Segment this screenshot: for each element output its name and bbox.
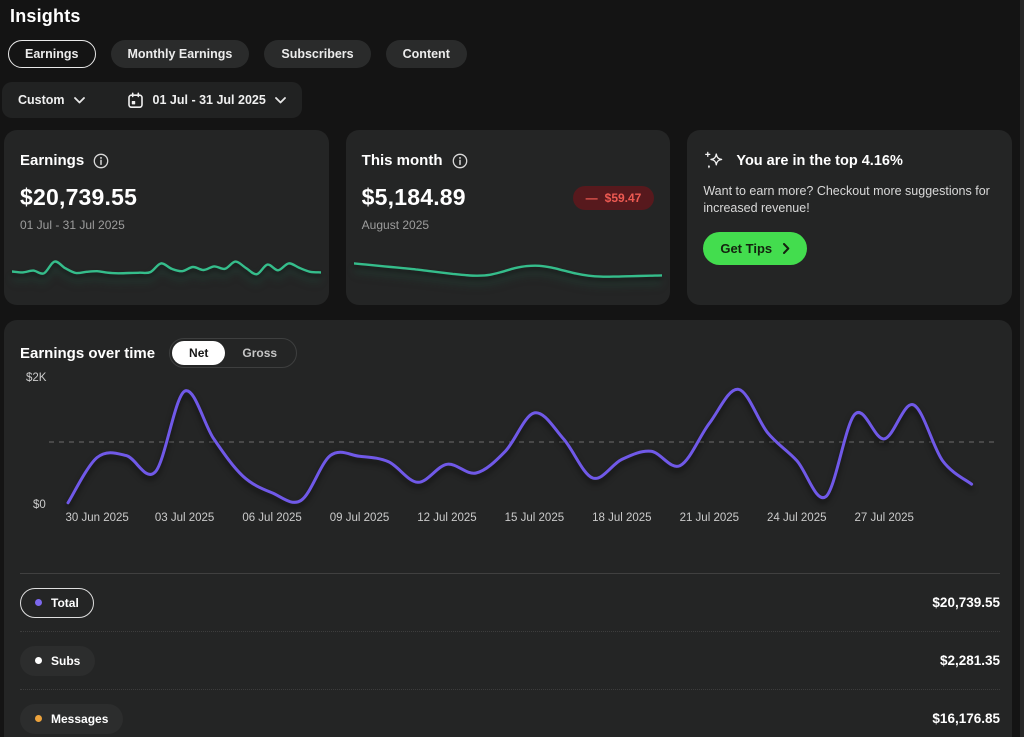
sparkle-icon bbox=[703, 150, 725, 172]
chart-title: Earnings over time bbox=[20, 345, 155, 362]
chevron-down-icon bbox=[74, 97, 85, 104]
chevron-down-icon bbox=[275, 97, 286, 104]
tab-earnings[interactable]: Earnings bbox=[8, 40, 96, 68]
scrollbar[interactable] bbox=[1020, 0, 1024, 737]
net-gross-toggle: Net Gross bbox=[169, 338, 297, 368]
x-axis-tick: 15 Jul 2025 bbox=[505, 512, 564, 524]
date-range-picker[interactable]: 01 Jul - 31 Jul 2025 bbox=[127, 92, 286, 109]
calendar-icon bbox=[127, 92, 144, 109]
x-axis-tick: 18 Jul 2025 bbox=[592, 512, 651, 524]
legend-row-subs[interactable]: Subs $2,281.35 bbox=[20, 631, 1000, 689]
info-icon[interactable] bbox=[93, 153, 109, 169]
x-axis-tick: 27 Jul 2025 bbox=[854, 512, 913, 524]
y-axis-max-label: $2K bbox=[26, 372, 46, 384]
x-axis-tick: 09 Jul 2025 bbox=[330, 512, 389, 524]
delta-badge: — $59.47 bbox=[573, 186, 655, 210]
total-value: $20,739.55 bbox=[932, 595, 1000, 610]
earnings-over-time-card: Earnings over time Net Gross $2K $0 30 J… bbox=[4, 320, 1012, 737]
top-percent-title: You are in the top 4.16% bbox=[736, 153, 903, 169]
delta-amount: $59.47 bbox=[605, 191, 642, 205]
messages-dot-icon bbox=[35, 715, 42, 722]
y-axis-min-label: $0 bbox=[33, 499, 46, 511]
this-month-period: August 2025 bbox=[362, 218, 655, 232]
earnings-period: 01 Jul - 31 Jul 2025 bbox=[20, 218, 313, 232]
date-range-label: 01 Jul - 31 Jul 2025 bbox=[153, 93, 266, 107]
chevron-right-icon bbox=[783, 243, 790, 254]
x-axis-tick: 12 Jul 2025 bbox=[417, 512, 476, 524]
legend-pill-total[interactable]: Total bbox=[20, 588, 94, 618]
earnings-sparkline bbox=[12, 247, 321, 295]
page-title: Insights bbox=[10, 6, 81, 27]
tab-content[interactable]: Content bbox=[386, 40, 467, 68]
legend-row-messages[interactable]: Messages $16,176.85 bbox=[20, 689, 1000, 737]
x-axis-labels: 30 Jun 2025 03 Jul 2025 06 Jul 2025 09 Jul … bbox=[49, 512, 994, 528]
legend-label-total: Total bbox=[51, 596, 79, 610]
range-type-label: Custom bbox=[18, 93, 65, 107]
subs-dot-icon bbox=[35, 657, 42, 664]
get-tips-label: Get Tips bbox=[720, 241, 772, 256]
x-axis-tick: 24 Jul 2025 bbox=[767, 512, 826, 524]
toggle-net[interactable]: Net bbox=[172, 341, 225, 365]
this-month-sparkline bbox=[354, 247, 663, 295]
x-axis-tick: 06 Jul 2025 bbox=[242, 512, 301, 524]
this-month-card-title: This month bbox=[362, 152, 443, 169]
earnings-value: $20,739.55 bbox=[20, 184, 313, 211]
legend-label-subs: Subs bbox=[51, 654, 80, 668]
earnings-card: Earnings $20,739.55 01 Jul - 31 Jul 2025 bbox=[4, 130, 329, 305]
subs-value: $2,281.35 bbox=[940, 653, 1000, 668]
this-month-value: $5,184.89 bbox=[362, 184, 466, 211]
series-legend: Total $20,739.55 Subs $2,281.35 Messages… bbox=[20, 573, 1000, 737]
legend-pill-messages[interactable]: Messages bbox=[20, 704, 123, 734]
x-axis-tick: 21 Jul 2025 bbox=[680, 512, 739, 524]
insights-tabs: Earnings Monthly Earnings Subscribers Co… bbox=[8, 40, 467, 68]
info-icon[interactable] bbox=[452, 153, 468, 169]
stat-cards-row: Earnings $20,739.55 01 Jul - 31 Jul 2025… bbox=[4, 130, 1012, 305]
tab-monthly-earnings[interactable]: Monthly Earnings bbox=[111, 40, 250, 68]
insights-page: Insights Earnings Monthly Earnings Subsc… bbox=[0, 0, 1024, 737]
minus-icon: — bbox=[586, 191, 598, 205]
range-type-dropdown[interactable]: Custom bbox=[18, 93, 85, 107]
earnings-card-title: Earnings bbox=[20, 152, 84, 169]
get-tips-button[interactable]: Get Tips bbox=[703, 232, 807, 265]
x-axis-tick: 30 Jun 2025 bbox=[65, 512, 128, 524]
legend-row-total[interactable]: Total $20,739.55 bbox=[20, 573, 1000, 631]
legend-pill-subs[interactable]: Subs bbox=[20, 646, 95, 676]
x-axis-tick: 03 Jul 2025 bbox=[155, 512, 214, 524]
legend-label-messages: Messages bbox=[51, 712, 108, 726]
tips-card: You are in the top 4.16% Want to earn mo… bbox=[687, 130, 1012, 305]
tips-body-text: Want to earn more? Checkout more suggest… bbox=[703, 183, 996, 217]
messages-value: $16,176.85 bbox=[932, 711, 1000, 726]
this-month-card: This month $5,184.89 — $59.47 August 202… bbox=[346, 130, 671, 305]
total-dot-icon bbox=[35, 599, 42, 606]
tab-subscribers[interactable]: Subscribers bbox=[264, 40, 370, 68]
earnings-line-chart[interactable] bbox=[49, 374, 994, 524]
date-filter-bar: Custom 01 Jul - 31 Jul 2025 bbox=[2, 82, 302, 118]
toggle-gross[interactable]: Gross bbox=[225, 341, 294, 365]
